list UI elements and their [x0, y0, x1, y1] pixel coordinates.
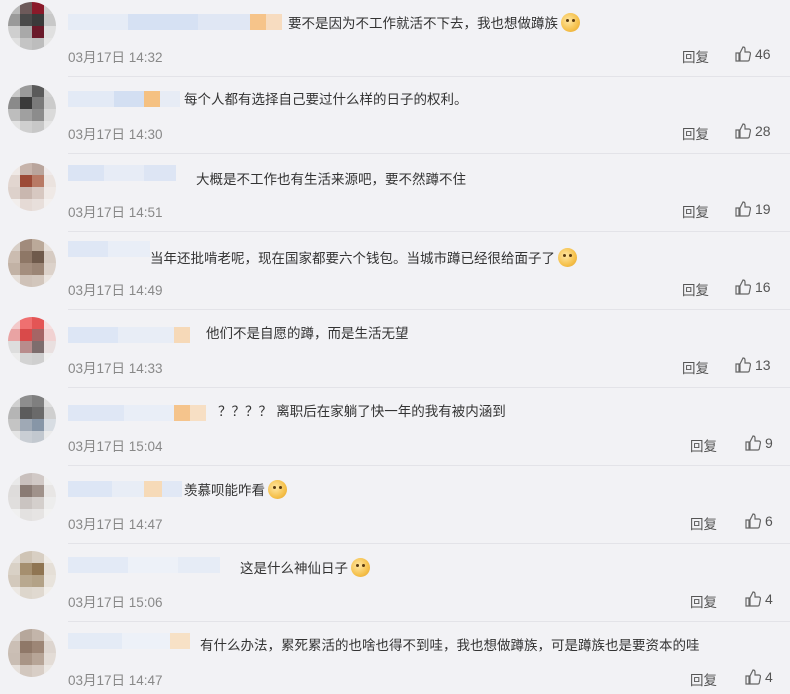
reply-button[interactable]: 回复	[690, 669, 717, 689]
like-count: 13	[755, 357, 771, 373]
thumbs-up-icon	[735, 123, 751, 139]
like-button[interactable]: 13	[735, 357, 771, 373]
username[interactable]	[68, 405, 206, 421]
comment-text: 要不是因为不工作就活不下去，我也想做蹲族	[288, 13, 580, 34]
like-button[interactable]: 6	[745, 513, 773, 529]
reply-button[interactable]: 回复	[682, 46, 709, 66]
comment-item: 羡慕呗能咋看 03月17日 14:47 回复 6	[0, 467, 790, 545]
divider	[68, 153, 790, 154]
comment-text: 羡慕呗能咋看	[184, 480, 287, 501]
like-count: 28	[755, 123, 771, 139]
avatar[interactable]	[8, 2, 56, 50]
doge-emoji	[351, 558, 370, 577]
comment-time: 03月17日 14:32	[68, 50, 163, 65]
like-button[interactable]: 16	[735, 279, 771, 295]
comment-item: 他们不是自愿的蹲，而是生活无望 03月17日 14:33 回复 13	[0, 311, 790, 389]
avatar[interactable]	[8, 395, 56, 443]
username[interactable]	[68, 633, 190, 649]
comment-time: 03月17日 15:04	[68, 439, 163, 454]
thumbs-up-icon	[735, 279, 751, 295]
comment-time: 03月17日 14:49	[68, 283, 163, 298]
comment-item: 当年还批啃老呢，现在国家都要六个钱包。当城市蹲已经很给面子了 03月17日 14…	[0, 233, 790, 311]
comment-text: 有什么办法，累死累活的也啥也得不到哇，我也想做蹲族，可是蹲族也是要资本的哇	[200, 638, 700, 654]
like-button[interactable]: 4	[745, 591, 773, 607]
like-count: 16	[755, 279, 771, 295]
thumbs-up-icon	[735, 357, 751, 373]
reply-button[interactable]: 回复	[682, 201, 709, 221]
comment-item: 有什么办法，累死累活的也啥也得不到哇，我也想做蹲族，可是蹲族也是要资本的哇 03…	[0, 623, 790, 694]
like-button[interactable]: 4	[745, 669, 773, 685]
comment-time: 03月17日 14:30	[68, 127, 163, 142]
avatar[interactable]	[8, 163, 56, 211]
like-button[interactable]: 46	[735, 46, 771, 62]
comment-item: 每个人都有选择自己要过什么样的日子的权利。 03月17日 14:30 回复 28	[0, 77, 790, 155]
like-count: 9	[765, 435, 773, 451]
username[interactable]	[68, 481, 182, 497]
username[interactable]	[68, 14, 282, 30]
comment-time: 03月17日 14:47	[68, 517, 163, 532]
reply-button[interactable]: 回复	[690, 591, 717, 611]
comment-text: 他们不是自愿的蹲，而是生活无望	[206, 326, 409, 342]
avatar[interactable]	[8, 239, 56, 287]
like-button[interactable]: 9	[745, 435, 773, 451]
reply-button[interactable]: 回复	[690, 513, 717, 533]
like-button[interactable]: 28	[735, 123, 771, 139]
comment-time: 03月17日 14:51	[68, 205, 163, 220]
username[interactable]	[68, 327, 190, 343]
username[interactable]	[68, 241, 150, 257]
thumbs-up-icon	[745, 669, 761, 685]
comment-time: 03月17日 14:47	[68, 673, 163, 688]
comment-list: 要不是因为不工作就活不下去，我也想做蹲族 03月17日 14:32 回复 46 …	[0, 0, 790, 694]
username[interactable]	[68, 557, 220, 573]
reply-button[interactable]: 回复	[690, 435, 717, 455]
yum-emoji	[558, 248, 577, 267]
thumbs-up-icon	[745, 513, 761, 529]
reply-button[interactable]: 回复	[682, 123, 709, 143]
reply-button[interactable]: 回复	[682, 357, 709, 377]
thumbs-up-icon	[735, 201, 751, 217]
like-count: 4	[765, 591, 773, 607]
divider	[68, 309, 790, 310]
avatar[interactable]	[8, 551, 56, 599]
comment-text: 这是什么神仙日子	[240, 558, 370, 579]
doge-emoji	[561, 13, 580, 32]
like-count: 19	[755, 201, 771, 217]
comment-text: ？？？？ 离职后在家躺了快一年的我有被内涵到	[218, 404, 506, 420]
like-count: 4	[765, 669, 773, 685]
comment-text: 每个人都有选择自己要过什么样的日子的权利。	[184, 92, 468, 108]
comment-text: 当年还批啃老呢，现在国家都要六个钱包。当城市蹲已经很给面子了	[150, 248, 577, 269]
comment-item: 这是什么神仙日子 03月17日 15:06 回复 4	[0, 545, 790, 623]
thumbs-up-icon	[735, 46, 751, 62]
like-count: 46	[755, 46, 771, 62]
comment-time: 03月17日 15:06	[68, 595, 163, 610]
divider	[68, 387, 790, 388]
avatar[interactable]	[8, 473, 56, 521]
username[interactable]	[68, 165, 176, 181]
comment-text: 大概是不工作也有生活来源吧，要不然蹲不住	[196, 172, 466, 188]
thumbs-up-icon	[745, 435, 761, 451]
comment-item: 要不是因为不工作就活不下去，我也想做蹲族 03月17日 14:32 回复 46	[0, 0, 790, 78]
reply-button[interactable]: 回复	[682, 279, 709, 299]
username[interactable]	[68, 91, 180, 107]
avatar[interactable]	[8, 317, 56, 365]
comment-item: ？？？？ 离职后在家躺了快一年的我有被内涵到 03月17日 15:04 回复 9	[0, 389, 790, 467]
like-count: 6	[765, 513, 773, 529]
like-button[interactable]: 19	[735, 201, 771, 217]
comment-item: 大概是不工作也有生活来源吧，要不然蹲不住 03月17日 14:51 回复 19	[0, 155, 790, 233]
divider	[68, 231, 790, 232]
avatar[interactable]	[8, 85, 56, 133]
divider	[68, 465, 790, 466]
doge-emoji	[268, 480, 287, 499]
divider	[68, 621, 790, 622]
avatar[interactable]	[8, 629, 56, 677]
thumbs-up-icon	[745, 591, 761, 607]
divider	[68, 543, 790, 544]
comment-time: 03月17日 14:33	[68, 361, 163, 376]
